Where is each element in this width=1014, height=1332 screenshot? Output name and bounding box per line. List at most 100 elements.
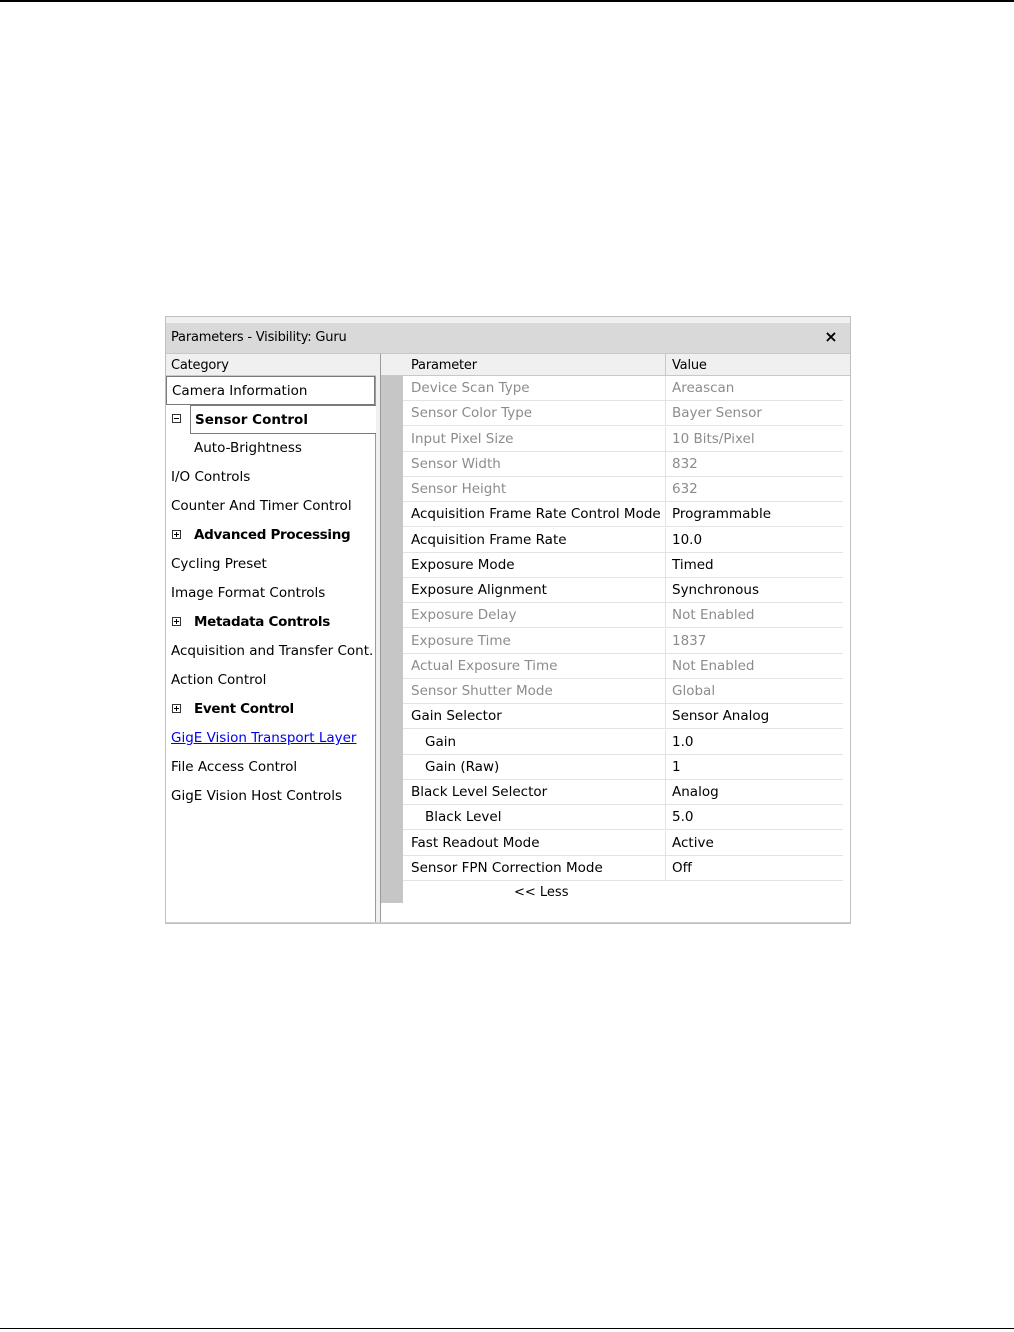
parameter-row[interactable]: Exposure Alignment Synchronous: [403, 578, 843, 603]
cell-divider: [665, 502, 666, 528]
parameter-row[interactable]: Sensor FPN Correction Mode Off: [403, 855, 843, 881]
parameter-row[interactable]: Sensor Width 832: [403, 451, 843, 477]
parameter-name: Black Level: [425, 809, 502, 826]
parameter-name: Exposure Time: [411, 632, 511, 649]
parameter-value[interactable]: Off: [672, 860, 692, 876]
category-item-io-controls[interactable]: I/O Controls: [166, 463, 374, 492]
category-item-gige-vision-transport-layer[interactable]: GigE Vision Transport Layer: [166, 724, 374, 753]
page-top-rule: [0, 0, 1014, 2]
parameter-value: 632: [672, 481, 698, 497]
parameter-name: Exposure Alignment: [411, 582, 547, 598]
parameter-value[interactable]: 1.0: [672, 734, 693, 750]
cell-divider: [665, 578, 666, 603]
parameter-row[interactable]: Sensor Height 632: [403, 477, 843, 502]
parameter-name: Acquisition Frame Rate Control Mode: [411, 506, 661, 523]
parameter-value: Not Enabled: [672, 657, 755, 674]
parameters-window: Parameters - Visibility: Guru × Category…: [165, 316, 851, 924]
parameter-row[interactable]: Sensor Shutter Mode Global: [403, 679, 843, 704]
parameter-name: Actual Exposure Time: [411, 657, 558, 674]
grid-header: Parameter Value: [381, 354, 850, 376]
parameter-name: Sensor Height: [411, 481, 507, 497]
parameter-value: Areascan: [672, 380, 735, 396]
category-item-advanced-processing[interactable]: Advanced Processing: [166, 521, 374, 550]
column-header-parameter[interactable]: Parameter: [411, 358, 477, 373]
page-bottom-rule: [0, 1328, 1014, 1329]
parameter-value[interactable]: Sensor Analog: [672, 708, 769, 724]
window-bottom-edge: [166, 922, 850, 923]
parameter-row[interactable]: Gain Selector Sensor Analog: [403, 704, 843, 730]
parameter-row[interactable]: Sensor Color Type Bayer Sensor: [403, 401, 843, 427]
category-item-label: Camera Information: [172, 383, 308, 399]
category-item-gige-vision-host-controls[interactable]: GigE Vision Host Controls: [166, 782, 374, 811]
parameter-row[interactable]: Acquisition Frame Rate 10.0: [403, 527, 843, 553]
category-item-action-control[interactable]: Action Control: [166, 666, 374, 695]
parameter-row[interactable]: Acquisition Frame Rate Control Mode Progr…: [403, 502, 843, 528]
category-item-image-format-controls[interactable]: Image Format Controls: [166, 579, 374, 608]
parameter-row[interactable]: Device Scan Type Areascan: [403, 376, 843, 401]
expand-icon[interactable]: [172, 530, 181, 539]
category-item-link[interactable]: GigE Vision Transport Layer: [171, 724, 356, 753]
parameter-row[interactable]: Exposure Delay Not Enabled: [403, 603, 843, 629]
cell-divider: [665, 527, 666, 553]
cell-divider: [665, 653, 666, 679]
parameter-row[interactable]: Input Pixel Size 10 Bits/Pixel: [403, 426, 843, 452]
parameter-name: Sensor FPN Correction Mode: [411, 859, 603, 876]
cell-divider: [665, 376, 666, 401]
parameter-row[interactable]: Fast Readout Mode Active: [403, 830, 843, 856]
category-item-label: GigE Vision Host Controls: [171, 788, 343, 804]
parameter-row[interactable]: Actual Exposure Time Not Enabled: [403, 653, 843, 679]
cell-divider: [665, 704, 666, 730]
less-button[interactable]: << Less: [514, 885, 568, 900]
category-item-label: Action Control: [171, 672, 267, 688]
parameter-value[interactable]: Analog: [672, 784, 719, 800]
category-item-sensor-control[interactable]: Sensor Control: [190, 405, 376, 434]
category-item-auto-brightness[interactable]: Auto-Brightness: [166, 434, 374, 463]
cell-divider: [665, 805, 666, 831]
parameter-value[interactable]: 10.0: [672, 532, 702, 548]
category-item-metadata-controls[interactable]: Metadata Controls: [166, 608, 374, 637]
cell-divider: [665, 603, 666, 629]
cell-divider: [665, 552, 666, 578]
expand-icon[interactable]: [172, 704, 181, 713]
parameter-value[interactable]: 5.0: [672, 809, 693, 825]
parameter-row[interactable]: Black Level Selector Analog: [403, 780, 843, 805]
category-item-counter-and-timer-control[interactable]: Counter And Timer Control: [166, 492, 374, 521]
parameter-row[interactable]: Black Level 5.0: [403, 805, 843, 831]
cell-divider: [665, 451, 666, 477]
category-item-label: Metadata Controls: [194, 614, 330, 630]
parameter-value: Global: [672, 683, 716, 699]
parameter-value[interactable]: Programmable: [672, 506, 771, 522]
category-item-cycling-preset[interactable]: Cycling Preset: [166, 550, 374, 579]
expand-icon[interactable]: [172, 617, 181, 626]
parameter-name: Sensor Width: [411, 455, 501, 472]
category-item-camera-information[interactable]: Camera Information: [166, 376, 375, 405]
category-item-event-control[interactable]: Event Control: [166, 695, 374, 724]
category-panel: Category Camera Information Sensor Contr…: [166, 354, 376, 922]
category-item-label: Image Format Controls: [171, 585, 326, 601]
category-item-acquisition-and-transfer[interactable]: Acquisition and Transfer Cont...: [166, 637, 374, 666]
parameter-value[interactable]: 1: [672, 759, 681, 775]
parameter-row[interactable]: Gain 1.0: [403, 729, 843, 755]
parameter-name: Sensor Color Type: [411, 405, 533, 422]
category-item-label: I/O Controls: [171, 469, 251, 485]
cell-divider: [665, 426, 666, 452]
category-item-file-access-control[interactable]: File Access Control: [166, 753, 374, 782]
category-item-label: Counter And Timer Control: [171, 498, 352, 514]
cell-divider: [665, 855, 666, 881]
parameter-row[interactable]: Exposure Time 1837: [403, 628, 843, 654]
parameter-value[interactable]: Timed: [672, 557, 714, 573]
parameter-value[interactable]: Active: [672, 835, 714, 851]
close-icon[interactable]: ×: [821, 327, 841, 347]
parameter-value[interactable]: Synchronous: [672, 582, 759, 598]
category-item-label: Auto-Brightness: [194, 440, 302, 456]
cell-divider: [665, 729, 666, 755]
parameter-name: Sensor Shutter Mode: [411, 683, 553, 699]
cell-divider: [665, 628, 666, 654]
row-gutter: [381, 376, 403, 903]
parameter-row[interactable]: Exposure Mode Timed: [403, 552, 843, 578]
collapse-icon[interactable]: [172, 414, 181, 423]
column-divider[interactable]: [665, 354, 666, 375]
category-item-label: File Access Control: [171, 759, 298, 775]
column-header-value[interactable]: Value: [672, 358, 707, 373]
parameter-row[interactable]: Gain (Raw) 1: [403, 754, 843, 780]
